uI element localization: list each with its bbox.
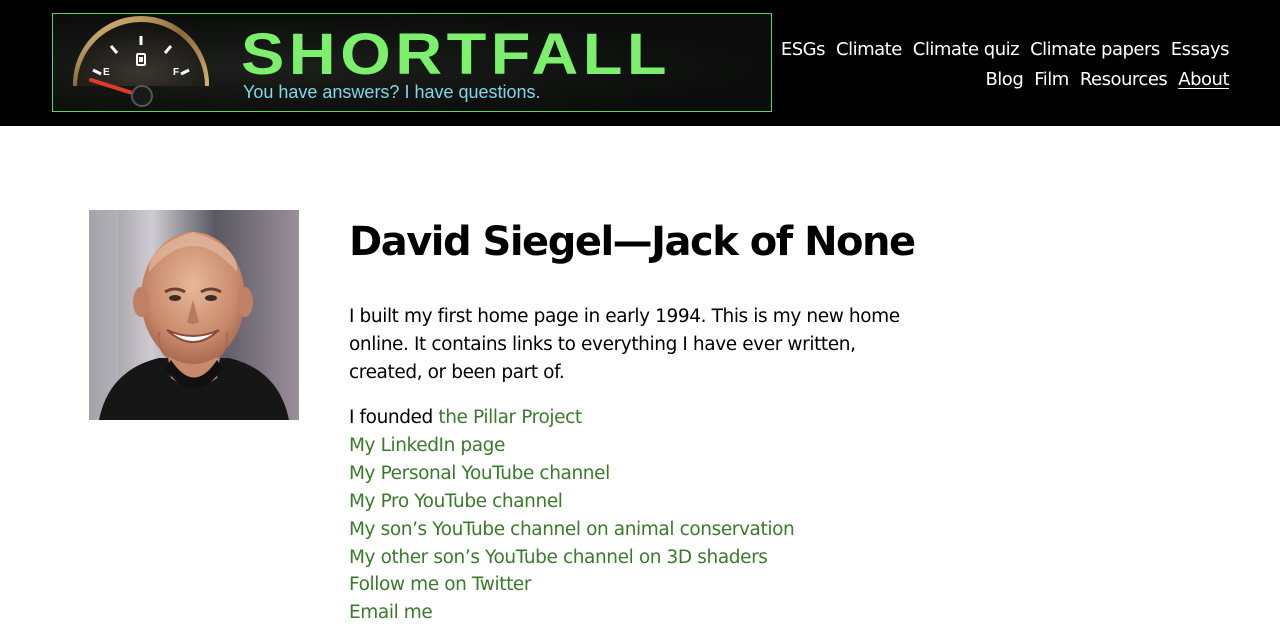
nav-link-blog[interactable]: Blog xyxy=(985,69,1023,90)
nav-link-film[interactable]: Film xyxy=(1034,69,1069,90)
pillar-project-link[interactable]: the Pillar Project xyxy=(438,407,582,428)
gauge-full-label: F xyxy=(173,67,179,78)
list-item: My other son’s YouTube channel on 3D sha… xyxy=(349,544,949,572)
page-title: David Siegel—Jack of None xyxy=(349,219,916,265)
list-item: Email me xyxy=(349,599,949,627)
list-item: My son’s YouTube channel on animal conse… xyxy=(349,516,949,544)
nav-link-climate-papers[interactable]: Climate papers xyxy=(1030,39,1160,60)
pro-youtube-link[interactable]: My Pro YouTube channel xyxy=(349,491,563,512)
nav-row-secondary: Blog Film Resources About xyxy=(769,64,1229,94)
author-portrait xyxy=(89,210,299,420)
founded-prefix: I founded xyxy=(349,407,439,428)
site-header: E F SHORTFALL You have answers? I have q… xyxy=(0,0,1280,126)
main-navigation: ESGs Climate Climate quiz Climate papers… xyxy=(769,34,1230,94)
list-item: My Personal YouTube channel xyxy=(349,460,949,488)
nav-link-climate-quiz[interactable]: Climate quiz xyxy=(913,39,1020,60)
logo-tagline: You have answers? I have questions. xyxy=(243,82,541,102)
list-item: My Pro YouTube channel xyxy=(349,488,949,516)
gauge-empty-label: E xyxy=(103,67,110,78)
site-logo[interactable]: E F SHORTFALL You have answers? I have q… xyxy=(52,13,772,112)
twitter-link[interactable]: Follow me on Twitter xyxy=(349,574,532,595)
nav-link-essays[interactable]: Essays xyxy=(1171,39,1230,60)
list-item: My LinkedIn page xyxy=(349,432,949,460)
list-item: Follow me on Twitter xyxy=(349,571,949,599)
list-item: I founded the Pillar Project xyxy=(349,404,949,432)
fuel-gauge-icon: E F xyxy=(73,16,209,107)
linkedin-link[interactable]: My LinkedIn page xyxy=(349,435,505,456)
nav-link-resources[interactable]: Resources xyxy=(1080,69,1168,90)
email-link[interactable]: Email me xyxy=(349,602,433,623)
nav-link-climate[interactable]: Climate xyxy=(836,39,902,60)
personal-youtube-link[interactable]: My Personal YouTube channel xyxy=(349,463,610,484)
nav-link-esgs[interactable]: ESGs xyxy=(781,39,826,60)
personal-links-list: I founded the Pillar Project My LinkedIn… xyxy=(349,404,949,627)
son-conservation-youtube-link[interactable]: My son’s YouTube channel on animal conse… xyxy=(349,519,795,540)
logo-title: SHORTFALL xyxy=(241,22,672,87)
son-shaders-youtube-link[interactable]: My other son’s YouTube channel on 3D sha… xyxy=(349,547,768,568)
nav-row-primary: ESGs Climate Climate quiz Climate papers… xyxy=(769,34,1230,64)
portrait-image xyxy=(89,210,299,420)
nav-link-about[interactable]: About xyxy=(1178,69,1229,90)
intro-paragraph: I built my first home page in early 1994… xyxy=(349,306,900,383)
